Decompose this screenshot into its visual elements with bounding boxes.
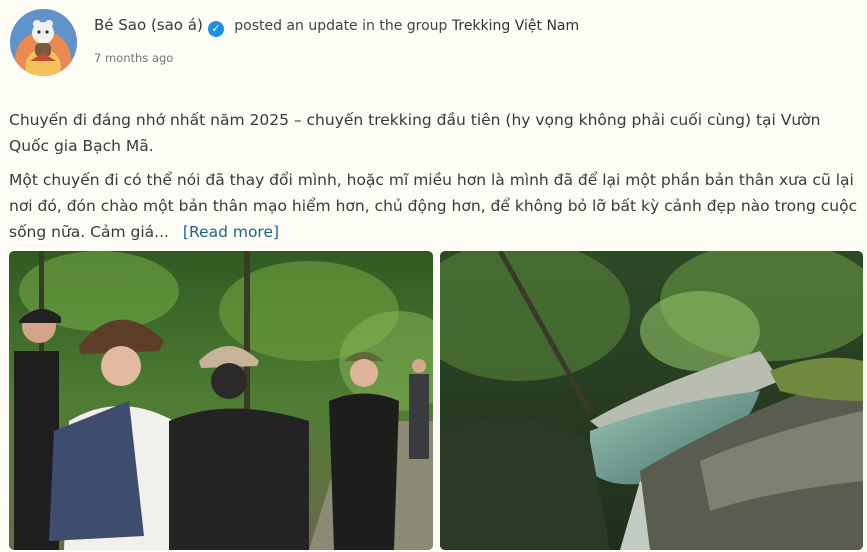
post-timestamp[interactable]: 7 months ago <box>94 51 173 65</box>
author-name-link[interactable]: Bé Sao (sao á) <box>94 16 203 34</box>
post-paragraph-1: Chuyến đi đáng nhớ nhất năm 2025 – chuyế… <box>9 111 821 155</box>
avatar-illustration <box>10 9 77 76</box>
photo-stream-image <box>440 251 863 550</box>
verified-badge-icon: ✓ <box>207 21 224 37</box>
photo-trekkers-image <box>9 251 433 550</box>
group-name-link[interactable]: Trekking Việt Nam <box>452 18 579 34</box>
read-more-link[interactable]: [Read more] <box>183 223 279 241</box>
action-text: posted an update in the group <box>234 18 448 34</box>
post-body: Chuyến đi đáng nhớ nhất năm 2025 – chuyế… <box>9 107 859 253</box>
post-photo-stream[interactable] <box>440 251 863 550</box>
post-header: Bé Sao (sao á) ✓ posted an update in the … <box>94 16 579 37</box>
post-paragraph-2-text: Một chuyến đi có thể nói đã thay đổi mìn… <box>9 171 858 241</box>
post-paragraph-2: Một chuyến đi có thể nói đã thay đổi mìn… <box>9 167 859 245</box>
author-avatar[interactable] <box>10 9 77 76</box>
post-photo-group[interactable] <box>9 251 433 550</box>
